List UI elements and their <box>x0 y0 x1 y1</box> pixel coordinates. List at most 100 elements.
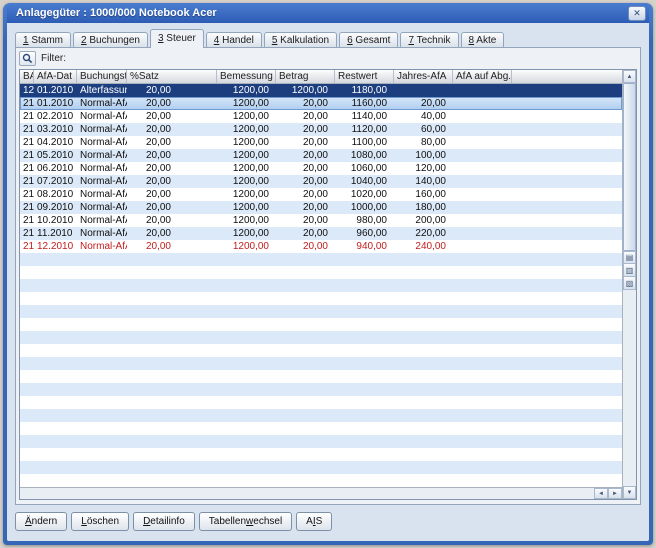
column-header-buchungstext[interactable]: Buchungstext <box>77 70 127 83</box>
cell-bemessung: 1200,00 <box>232 189 269 200</box>
cell-satz <box>127 279 217 292</box>
cell-filler <box>512 201 622 214</box>
grid-tool-button-2[interactable]: ▥ <box>623 264 636 277</box>
empty-row[interactable] <box>20 266 622 279</box>
vertical-scrollbar[interactable]: ▲ ▤ ▥ ▧ ▼ <box>622 70 636 499</box>
ais-button[interactable]: AIS <box>296 511 333 531</box>
cell-afa-auf-abg <box>453 474 512 487</box>
horizontal-scroll-track[interactable] <box>20 488 594 499</box>
empty-row[interactable] <box>20 435 622 448</box>
column-header-jahres-afa[interactable]: Jahres-AfA <box>394 70 453 83</box>
cell-afa-dat: 07.2010 <box>37 176 74 187</box>
cell-jahres-afa <box>394 461 453 474</box>
aendern-button[interactable]: Ändern <box>15 511 68 531</box>
cell-betrag <box>276 448 335 461</box>
column-header-afa-dat[interactable]: AfA-Dat <box>34 70 77 83</box>
tabellenwechsel-button[interactable]: Tabellenwechsel <box>198 511 293 531</box>
empty-row[interactable] <box>20 357 622 370</box>
table-row[interactable]: 21 01.2010 Normal-AfA 20,00 1200,00 20,00 1160… <box>20 97 622 110</box>
cell-buchungstext <box>77 409 127 422</box>
column-header-restwert[interactable]: Restwert <box>335 70 394 83</box>
table-row[interactable]: 21 10.2010 Normal-AfA 20,00 1200,00 20,00 980,… <box>20 214 622 227</box>
cell-jahres-afa: 60,00 <box>420 124 446 135</box>
empty-row[interactable] <box>20 448 622 461</box>
column-header-betrag[interactable]: Betrag <box>276 70 335 83</box>
cell-jahres-afa: 200,00 <box>415 215 446 226</box>
column-header-bemessung[interactable]: Bemessung <box>217 70 276 83</box>
detailinfo-button[interactable]: Detailinfo <box>133 511 195 531</box>
empty-row[interactable] <box>20 370 622 383</box>
cell-bemessung: 1200,00 <box>232 150 269 161</box>
table-row[interactable]: 21 05.2010 Normal-AfA 20,00 1200,00 20,00 1080… <box>20 149 622 162</box>
grid-tool-button-1[interactable]: ▤ <box>623 251 636 264</box>
empty-row[interactable] <box>20 383 622 396</box>
cell-ba <box>20 461 34 474</box>
cell-afa-dat <box>34 318 77 331</box>
tab-buchungen[interactable]: 2 Buchungen <box>73 32 148 47</box>
cell-afa-auf-abg <box>453 214 512 227</box>
cell-filler <box>512 123 622 136</box>
cell-buchungstext <box>77 422 127 435</box>
table-row[interactable]: 21 03.2010 Normal-AfA 20,00 1200,00 20,00 1120… <box>20 123 622 136</box>
filter-search-button[interactable] <box>19 51 36 66</box>
table-row[interactable]: 21 09.2010 Normal-AfA 20,00 1200,00 20,00 1000… <box>20 201 622 214</box>
cell-afa-auf-abg <box>453 409 512 422</box>
cell-jahres-afa: 160,00 <box>415 189 446 200</box>
horizontal-scrollbar[interactable]: ◄ ► <box>20 487 622 499</box>
cell-betrag <box>276 279 335 292</box>
table-row[interactable]: 21 12.2010 Normal-AfA 20,00 1200,00 20,00 940,… <box>20 240 622 253</box>
table-row[interactable]: 21 04.2010 Normal-AfA 20,00 1200,00 20,00 1100… <box>20 136 622 149</box>
tab-steuer[interactable]: 3 Steuer <box>149 29 204 48</box>
empty-row[interactable] <box>20 305 622 318</box>
cell-bemessung <box>217 344 276 357</box>
cell-betrag <box>276 435 335 448</box>
tab-akte[interactable]: 8 Akte <box>460 32 505 47</box>
title-bar[interactable]: Anlagegüter : 1000/000 Notebook Acer ✕ <box>7 3 649 23</box>
column-header-afa-auf-abg[interactable]: AfA auf Abg. <box>453 70 512 83</box>
column-header-filler <box>512 70 622 83</box>
tab-stamm[interactable]: 1 Stamm <box>15 32 72 47</box>
empty-row[interactable] <box>20 279 622 292</box>
tab-gesamt[interactable]: 6 Gesamt <box>339 32 399 47</box>
cell-bemessung: 1200,00 <box>232 163 269 174</box>
scroll-left-button[interactable]: ◄ <box>594 488 608 499</box>
vertical-scroll-track[interactable] <box>623 290 636 486</box>
close-button[interactable]: ✕ <box>628 5 646 21</box>
grid-header: BAAfA-DatBuchungstext%SatzBemessungBetra… <box>20 70 622 84</box>
tab-technik[interactable]: 7 Technik <box>400 32 459 47</box>
empty-row[interactable] <box>20 409 622 422</box>
tab-kalkulation[interactable]: 5 Kalkulation <box>263 32 338 47</box>
tab-handel[interactable]: 4 Handel <box>205 32 262 47</box>
cell-bemessung: 1200,00 <box>232 202 269 213</box>
table-row[interactable]: 1201.2010 Alterfassung 20,00 1200,00 1200,00… <box>20 84 622 97</box>
cell-ba: 21 <box>23 241 34 252</box>
table-row[interactable]: 21 02.2010 Normal-AfA 20,00 1200,00 20,00 1140… <box>20 110 622 123</box>
cell-restwert <box>335 474 394 487</box>
column-header-satz[interactable]: %Satz <box>127 70 217 83</box>
empty-row[interactable] <box>20 253 622 266</box>
table-row[interactable]: 21 08.2010 Normal-AfA 20,00 1200,00 20,00 1020… <box>20 188 622 201</box>
cell-ba <box>20 305 34 318</box>
empty-row[interactable] <box>20 292 622 305</box>
column-header-ba[interactable]: BA <box>20 70 34 83</box>
grid-tool-button-3[interactable]: ▧ <box>623 277 636 290</box>
cell-buchungstext: Normal-AfA <box>80 150 127 161</box>
table-row[interactable]: 21 07.2010 Normal-AfA 20,00 1200,00 20,00 1040… <box>20 175 622 188</box>
cell-bemessung <box>217 370 276 383</box>
scroll-up-button[interactable]: ▲ <box>623 70 636 83</box>
loeschen-button[interactable]: Löschen <box>71 511 130 531</box>
empty-row[interactable] <box>20 396 622 409</box>
empty-row[interactable] <box>20 474 622 487</box>
empty-row[interactable] <box>20 331 622 344</box>
empty-row[interactable] <box>20 344 622 357</box>
scroll-right-button[interactable]: ► <box>608 488 622 499</box>
table-row[interactable]: 21 06.2010 Normal-AfA 20,00 1200,00 20,00 1060… <box>20 162 622 175</box>
table-row[interactable]: 21 11.2010 Normal-AfA 20,00 1200,00 20,00 960,… <box>20 227 622 240</box>
cell-satz: 20,00 <box>145 176 171 187</box>
vertical-scroll-thumb[interactable] <box>623 83 636 251</box>
empty-row[interactable] <box>20 318 622 331</box>
scroll-down-button[interactable]: ▼ <box>623 486 636 499</box>
empty-row[interactable] <box>20 422 622 435</box>
empty-row[interactable] <box>20 461 622 474</box>
cell-jahres-afa: 100,00 <box>415 150 446 161</box>
